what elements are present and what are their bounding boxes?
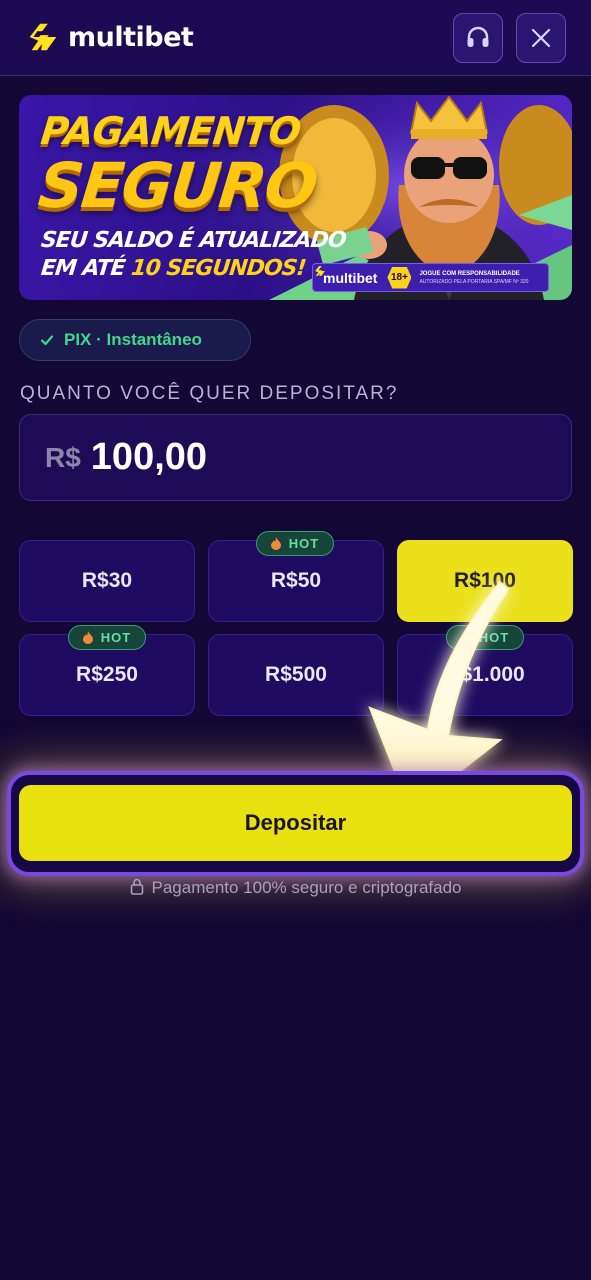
flame-icon xyxy=(270,537,281,550)
currency-symbol: R$ xyxy=(45,441,81,473)
security-note: Pagamento 100% seguro e criptografado xyxy=(0,878,591,898)
support-button[interactable] xyxy=(453,13,503,63)
preset-amount-button[interactable]: R$500 xyxy=(208,634,384,716)
hot-label: HOT xyxy=(100,630,132,645)
banner-subtitle-prefix: EM ATÉ xyxy=(39,256,133,281)
promo-banner[interactable]: PAGAMENTO SEGURO SEU SALDO É ATUALIZADO … xyxy=(19,95,572,300)
hot-badge: HOT xyxy=(446,625,524,650)
banner-subtitle-line1: SEU SALDO É ATUALIZADO xyxy=(39,228,347,253)
close-button[interactable] xyxy=(516,13,566,63)
deposit-button[interactable]: Depositar xyxy=(19,785,572,861)
flame-icon xyxy=(460,631,471,644)
preset-amount-label: R$1.000 xyxy=(445,663,525,686)
headset-icon xyxy=(467,26,489,47)
close-icon xyxy=(531,28,551,48)
responsibility-line2: AUTORIZADO PELA PORTARIA SPA/MF Nº 320 xyxy=(419,278,529,285)
payment-method-chip[interactable]: PIX · Instantâneo xyxy=(19,319,251,361)
age-rating-badge: 18+ xyxy=(387,266,412,289)
preset-amount-label: R$500 xyxy=(265,663,327,686)
responsibility-text: JOGUE COM RESPONSABILIDADE AUTORIZADO PE… xyxy=(419,270,528,286)
hot-label: HOT xyxy=(288,536,320,551)
security-note-text: Pagamento 100% seguro e criptografado xyxy=(151,878,462,897)
banner-brand-badge: multibet 18+ JOGUE COM RESPONSABILIDADE … xyxy=(312,263,549,292)
top-bar: multibet xyxy=(0,0,591,76)
preset-amount-label: R$100 xyxy=(454,569,516,592)
preset-amount-label: R$250 xyxy=(76,663,138,686)
hot-badge: HOT xyxy=(68,625,146,650)
banner-title-line1: PAGAMENTO xyxy=(38,109,303,153)
lock-icon xyxy=(130,878,143,895)
preset-amount-button[interactable]: R$30 xyxy=(19,540,195,622)
banner-title-line2: SEGURO xyxy=(35,149,320,222)
payment-method-label: PIX · Instantâneo xyxy=(64,330,202,349)
hot-label: HOT xyxy=(478,630,510,645)
multibet-logo-icon xyxy=(315,266,325,276)
multibet-logo-icon xyxy=(29,23,57,51)
responsibility-line1: JOGUE COM RESPONSABILIDADE xyxy=(419,270,520,277)
check-icon xyxy=(40,335,54,346)
preset-amount-label: R$30 xyxy=(81,569,133,592)
logo-text: multibet xyxy=(68,21,194,53)
flame-icon xyxy=(82,631,93,644)
deposit-amount-value[interactable]: 100,00 xyxy=(91,436,207,479)
badge-logo-text: multibet xyxy=(323,269,378,286)
hot-badge: HOT xyxy=(256,531,334,556)
preset-amount-label: R$50 xyxy=(270,569,322,592)
deposit-amount-input[interactable]: R$ 100,00 xyxy=(19,414,572,501)
banner-subtitle-highlight: 10 SEGUNDOS! xyxy=(129,256,307,281)
multibet-logo[interactable]: multibet xyxy=(24,18,194,56)
deposit-question-label: QUANTO VOCÊ QUER DEPOSITAR? xyxy=(20,383,399,404)
banner-subtitle-line2: EM ATÉ 10 SEGUNDOS! xyxy=(40,256,307,281)
preset-amount-button-selected[interactable]: R$100 xyxy=(397,540,573,622)
